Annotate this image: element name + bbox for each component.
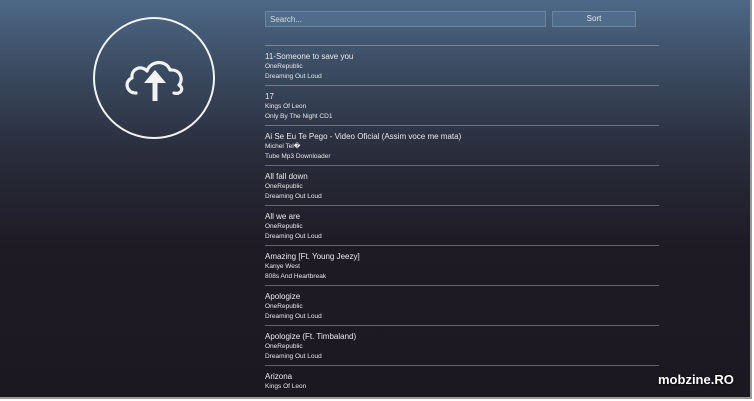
song-item[interactable]: 11-Someone to save you OneRepublic Dream…	[265, 45, 659, 85]
song-title: 17	[265, 92, 274, 101]
song-artist: OneRepublic	[265, 343, 303, 350]
song-artist: OneRepublic	[265, 63, 303, 70]
song-title: Apologize (Ft. Timbaland)	[265, 332, 357, 341]
song-album: Dreaming Out Loud	[265, 193, 322, 200]
song-artist: Kanye West	[265, 263, 300, 270]
song-title: Apologize	[265, 292, 301, 301]
song-item[interactable]: Arizona Kings Of Leon	[265, 365, 659, 397]
song-title: All fall down	[265, 172, 308, 181]
song-album: Tube Mp3 Downloader	[265, 153, 331, 160]
song-artist: Kings Of Leon	[265, 383, 307, 390]
song-album: Dreaming Out Loud	[265, 313, 322, 320]
song-title: All we are	[265, 212, 301, 221]
song-album: Dreaming Out Loud	[265, 353, 322, 360]
song-item[interactable]: Apologize OneRepublic Dreaming Out Loud	[265, 285, 659, 325]
song-title: Ai Se Eu Te Pego - Video Oficial (Assim …	[265, 132, 462, 141]
song-artist: Michel Tel�	[265, 143, 301, 150]
song-album: Dreaming Out Loud	[265, 73, 322, 80]
song-item[interactable]: All fall down OneRepublic Dreaming Out L…	[265, 165, 659, 205]
song-item[interactable]: All we are OneRepublic Dreaming Out Loud	[265, 205, 659, 245]
song-album: 808s And Heartbreak	[265, 273, 327, 280]
sort-button[interactable]: Sort	[552, 11, 636, 27]
song-album	[265, 392, 659, 397]
search-input[interactable]	[265, 11, 546, 27]
song-item[interactable]: Amazing [Ft. Young Jeezy] Kanye West 808…	[265, 245, 659, 285]
song-item[interactable]: 17 Kings Of Leon Only By The Night CD1	[265, 85, 659, 125]
song-artist: OneRepublic	[265, 223, 303, 230]
song-title: 11-Someone to save you	[265, 52, 354, 61]
music-app-screen: Sort 11-Someone to save you OneRepublic …	[0, 0, 752, 399]
song-album: Dreaming Out Loud	[265, 233, 322, 240]
song-artist: OneRepublic	[265, 183, 303, 190]
song-title: Arizona	[265, 372, 293, 381]
cloud-upload-icon	[125, 61, 184, 101]
song-title: Amazing [Ft. Young Jeezy]	[265, 252, 360, 261]
song-item[interactable]: Ai Se Eu Te Pego - Video Oficial (Assim …	[265, 125, 659, 165]
song-album: Only By The Night CD1	[265, 113, 333, 120]
song-artist: Kings Of Leon	[265, 103, 307, 110]
upload-button[interactable]	[93, 17, 215, 139]
watermark-text: mobzine.RO	[658, 372, 734, 387]
song-artist: OneRepublic	[265, 303, 303, 310]
song-list: 11-Someone to save you OneRepublic Dream…	[265, 45, 659, 397]
song-item[interactable]: Apologize (Ft. Timbaland) OneRepublic Dr…	[265, 325, 659, 365]
